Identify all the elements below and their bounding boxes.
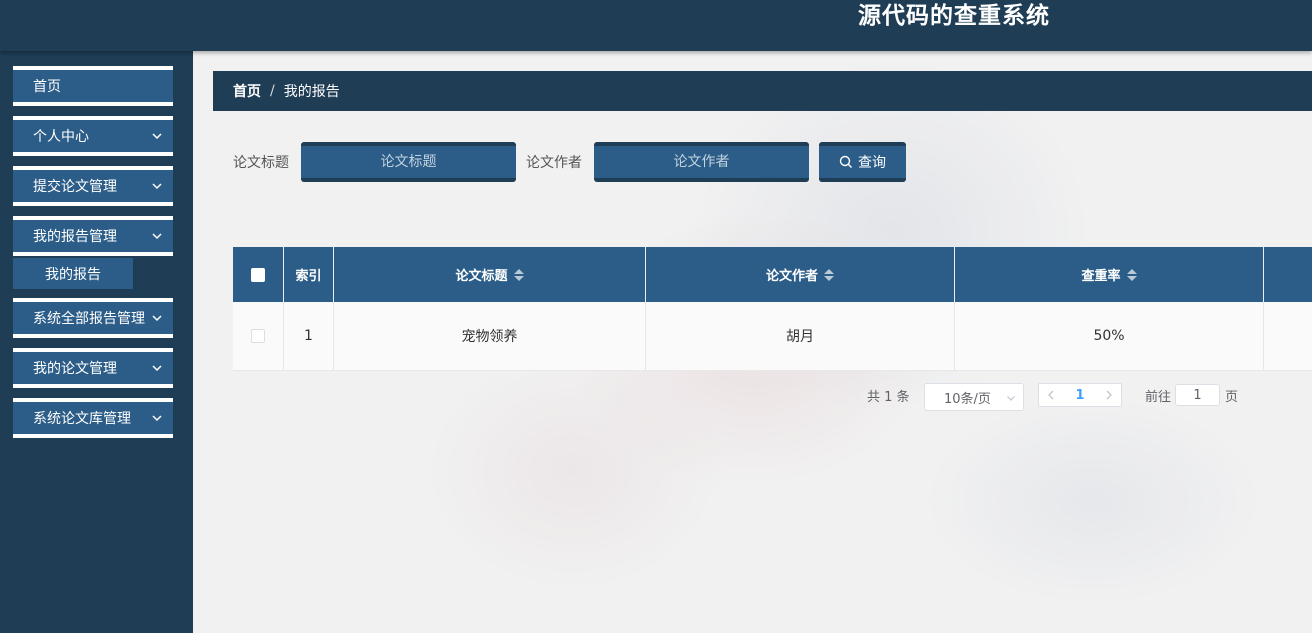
sidebar-item-label: 个人中心: [33, 129, 89, 145]
pagination-total: 共 1 条: [867, 390, 910, 405]
chevron-down-icon: [152, 415, 162, 422]
row-checkbox[interactable]: [251, 329, 265, 343]
sidebar-subitem-label: 我的报告: [45, 266, 101, 283]
table-row: 1 宠物领养 胡月 50%: [233, 302, 1312, 371]
title-search-input[interactable]: [301, 142, 516, 182]
page-size-value: 10条/页: [944, 391, 991, 407]
header-author-label: 论文作者: [765, 269, 818, 284]
chevron-down-icon: [152, 233, 162, 240]
chevron-right-icon[interactable]: [1103, 389, 1115, 401]
sidebar-item-label: 系统论文库管理: [33, 411, 131, 427]
title-search-label: 论文标题: [233, 155, 289, 171]
sort-icon[interactable]: [513, 268, 524, 281]
sidebar-item-personal-center[interactable]: 个人中心: [13, 116, 173, 156]
page-number-current[interactable]: 1: [1067, 384, 1093, 406]
sidebar-item-paper-library[interactable]: 系统论文库管理: [13, 398, 173, 438]
header-index: 索引: [284, 247, 334, 302]
chevron-down-icon: [1007, 396, 1015, 401]
select-all-checkbox[interactable]: [251, 267, 265, 282]
sidebar-item-my-report-mgmt[interactable]: 我的报告管理: [13, 216, 173, 256]
breadcrumb-current: 我的报告: [283, 84, 340, 100]
app-title: 源代码的查重系统: [858, 3, 1050, 29]
cell-index: 1: [284, 302, 334, 370]
chevron-down-icon: [152, 133, 162, 140]
sidebar-item-home[interactable]: 首页: [13, 66, 173, 106]
page-suffix-label: 页: [1225, 390, 1239, 405]
chevron-left-icon[interactable]: [1045, 389, 1057, 401]
header-rate[interactable]: 查重率: [955, 247, 1264, 302]
sidebar-item-label: 我的报告管理: [33, 229, 117, 245]
header-title-label: 论文标题: [455, 269, 508, 284]
top-header: 源代码的查重系统: [0, 0, 1312, 51]
sidebar-item-label: 我的论文管理: [33, 361, 117, 377]
sort-icon[interactable]: [1126, 268, 1137, 281]
sidebar-item-all-reports[interactable]: 系统全部报告管理: [13, 298, 173, 338]
cell-title: 宠物领养: [334, 302, 646, 370]
query-button[interactable]: 查询: [819, 142, 906, 182]
page-size-select[interactable]: 10条/页: [924, 383, 1024, 411]
author-search-label: 论文作者: [526, 155, 582, 171]
sort-icon[interactable]: [824, 268, 834, 281]
header-actions: [1264, 247, 1312, 302]
sidebar-item-label: 首页: [33, 79, 61, 95]
search-icon: [839, 155, 852, 168]
breadcrumb-home[interactable]: 首页: [233, 81, 261, 101]
header-rate-label: 查重率: [1081, 269, 1121, 284]
query-button-label: 查询: [858, 155, 886, 171]
cell-actions: [1264, 302, 1312, 370]
sidebar-item-submit-paper[interactable]: 提交论文管理: [13, 166, 173, 206]
chevron-down-icon: [152, 183, 162, 190]
header-index-label: 索引: [295, 269, 322, 284]
header-select-all[interactable]: [233, 247, 284, 302]
goto-label: 前往: [1145, 390, 1172, 405]
cell-author: 胡月: [646, 302, 955, 370]
pager: 1: [1038, 383, 1122, 407]
table-header: 索引 论文标题 论文作者 查重率: [233, 247, 1312, 302]
sidebar-subitem-my-report[interactable]: 我的报告: [13, 258, 133, 289]
breadcrumb: 首页 / 我的报告: [213, 71, 1312, 111]
cell-rate: 50%: [955, 302, 1264, 370]
page-jump-input[interactable]: [1175, 384, 1220, 406]
row-select[interactable]: [233, 302, 284, 370]
chevron-down-icon: [152, 365, 162, 372]
header-title[interactable]: 论文标题: [334, 247, 646, 302]
sidebar-item-my-papers[interactable]: 我的论文管理: [13, 348, 173, 388]
header-author[interactable]: 论文作者: [646, 247, 955, 302]
breadcrumb-separator: /: [270, 83, 275, 99]
author-search-input[interactable]: [594, 142, 809, 182]
report-table: 索引 论文标题 论文作者 查重率 1 宠物领养 胡月 50%: [233, 247, 1312, 371]
sidebar-item-label: 系统全部报告管理: [33, 311, 145, 327]
sidebar-item-label: 提交论文管理: [33, 179, 117, 195]
chevron-down-icon: [152, 315, 162, 322]
